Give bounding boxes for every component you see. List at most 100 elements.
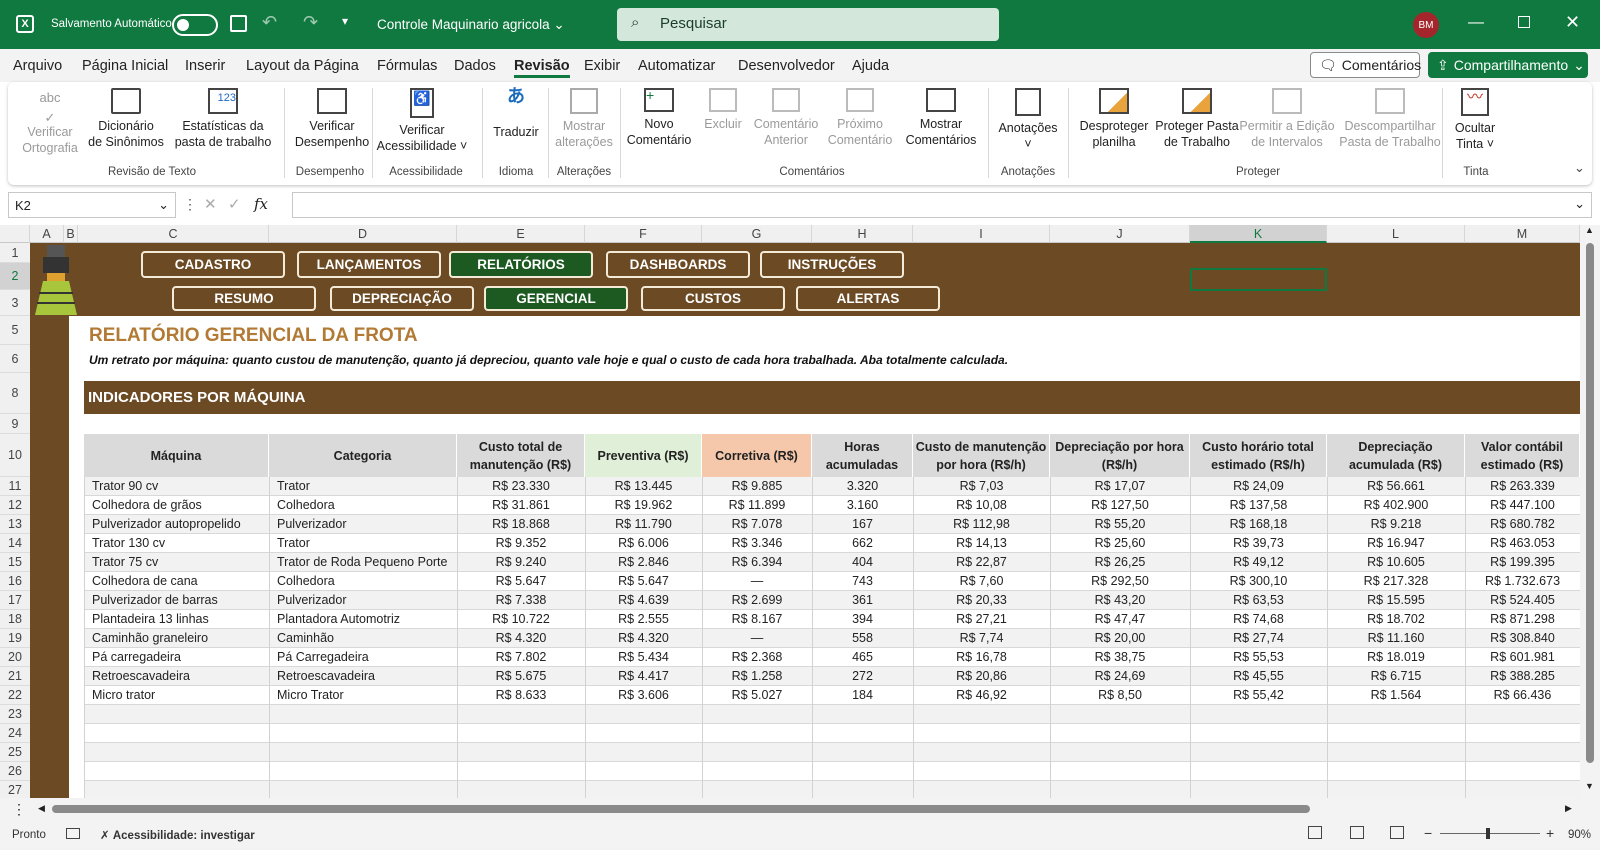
row-header-10[interactable]: 10: [0, 434, 30, 477]
table-cell[interactable]: R$ 31.861: [457, 498, 585, 512]
save-icon[interactable]: [230, 15, 247, 32]
column-header-g[interactable]: G: [702, 225, 812, 243]
active-cell[interactable]: [1190, 268, 1327, 291]
table-cell[interactable]: R$ 23.330: [457, 479, 585, 493]
performance-button[interactable]: Verificar Desempenho: [288, 88, 376, 150]
table-cell[interactable]: 404: [812, 555, 913, 569]
table-cell[interactable]: R$ 66.436: [1465, 688, 1580, 702]
collapse-ribbon-icon[interactable]: ⌄: [1574, 160, 1585, 176]
column-header-l[interactable]: L: [1327, 225, 1465, 243]
table-cell[interactable]: 3.160: [812, 498, 913, 512]
table-cell[interactable]: R$ 199.395: [1465, 555, 1580, 569]
table-cell[interactable]: Trator 130 cv: [92, 536, 165, 550]
table-cell[interactable]: R$ 55,20: [1050, 517, 1190, 531]
table-cell[interactable]: R$ 20,33: [913, 593, 1050, 607]
excel-logo-icon[interactable]: X: [16, 15, 34, 33]
table-cell[interactable]: R$ 24,09: [1190, 479, 1327, 493]
menu-automatizar[interactable]: Automatizar: [638, 58, 715, 74]
customize-quick-access-icon[interactable]: ▾: [342, 14, 348, 28]
table-cell[interactable]: R$ 5.434: [585, 650, 702, 664]
table-cell[interactable]: Retroescavadeira: [277, 669, 375, 683]
row-header-12[interactable]: 12: [0, 496, 30, 515]
table-cell[interactable]: Pá Carregadeira: [277, 650, 369, 664]
new-comment-button[interactable]: + Novo Comentário: [622, 88, 696, 148]
table-cell[interactable]: 184: [812, 688, 913, 702]
table-cell[interactable]: R$ 38,75: [1050, 650, 1190, 664]
table-cell[interactable]: R$ 4.320: [585, 631, 702, 645]
table-cell[interactable]: R$ 18.702: [1327, 612, 1465, 626]
row-header-22[interactable]: 22: [0, 686, 30, 705]
document-title[interactable]: Controle Maquinario agricola ⌄: [377, 17, 565, 33]
row-header-3[interactable]: 3: [0, 290, 30, 316]
horizontal-scrollbar[interactable]: ⋮ ◀ ▶: [0, 798, 1600, 820]
hide-ink-button[interactable]: 〰 Ocultar Tinta ˅: [1444, 88, 1506, 152]
table-cell[interactable]: R$ 11.899: [702, 498, 812, 512]
show-comments-button[interactable]: Mostrar Comentários: [900, 88, 982, 148]
table-cell[interactable]: Pá carregadeira: [92, 650, 181, 664]
table-cell[interactable]: R$ 26,25: [1050, 555, 1190, 569]
table-cell[interactable]: R$ 292,50: [1050, 574, 1190, 588]
row-header-21[interactable]: 21: [0, 667, 30, 686]
table-cell[interactable]: —: [702, 574, 812, 588]
table-cell[interactable]: R$ 20,86: [913, 669, 1050, 683]
menu-desenvolvedor[interactable]: Desenvolvedor: [738, 58, 835, 74]
select-all-corner[interactable]: [0, 225, 30, 243]
normal-view-icon[interactable]: [1308, 826, 1322, 839]
column-header-a[interactable]: A: [30, 225, 64, 243]
row-header-24[interactable]: 24: [0, 724, 30, 743]
table-cell[interactable]: R$ 9.352: [457, 536, 585, 550]
column-header-i[interactable]: I: [913, 225, 1050, 243]
accessibility-button[interactable]: ♿ Verificar Acessibilidade ˅: [374, 88, 470, 154]
nav-button-dashboards[interactable]: DASHBOARDS: [606, 251, 750, 278]
table-cell[interactable]: R$ 447.100: [1465, 498, 1580, 512]
table-cell[interactable]: 394: [812, 612, 913, 626]
table-cell[interactable]: Pulverizador: [277, 593, 346, 607]
column-header-m[interactable]: M: [1465, 225, 1580, 243]
avatar[interactable]: BM: [1413, 12, 1439, 38]
table-cell[interactable]: R$ 22,87: [913, 555, 1050, 569]
table-cell[interactable]: R$ 7.802: [457, 650, 585, 664]
formula-input[interactable]: ⌄: [292, 192, 1592, 218]
scroll-thumb[interactable]: [52, 805, 1310, 813]
table-cell[interactable]: Pulverizador autopropelido: [92, 517, 241, 531]
menu-pagina-inicial[interactable]: Página Inicial: [82, 58, 168, 74]
row-header-16[interactable]: 16: [0, 572, 30, 591]
table-cell[interactable]: R$ 11.160: [1327, 631, 1465, 645]
table-cell[interactable]: R$ 217.328: [1327, 574, 1465, 588]
accessibility-status[interactable]: ✗ Acessibilidade: investigar: [100, 828, 255, 842]
scroll-up-icon[interactable]: ▲: [1585, 225, 1594, 235]
table-cell[interactable]: R$ 1.564: [1327, 688, 1465, 702]
table-cell[interactable]: R$ 9.218: [1327, 517, 1465, 531]
insert-function-icon[interactable]: fx: [254, 195, 268, 213]
column-header-b[interactable]: B: [64, 225, 78, 243]
redo-icon[interactable]: ↷: [303, 12, 318, 33]
next-comment-button[interactable]: Próximo Comentário: [824, 88, 896, 148]
unshare-workbook-button[interactable]: Descompartilhar Pasta de Trabalho: [1338, 88, 1442, 150]
table-cell[interactable]: R$ 74,68: [1190, 612, 1327, 626]
table-cell[interactable]: R$ 601.981: [1465, 650, 1580, 664]
subnav-button-resumo[interactable]: RESUMO: [172, 286, 316, 311]
nav-button-cadastro[interactable]: CADASTRO: [141, 251, 285, 278]
search-box[interactable]: ⌕ Pesquisar: [617, 8, 999, 41]
table-cell[interactable]: R$ 5.647: [457, 574, 585, 588]
subnav-button-custos[interactable]: CUSTOS: [641, 286, 785, 311]
zoom-level[interactable]: 90%: [1568, 829, 1591, 841]
table-cell[interactable]: R$ 5.675: [457, 669, 585, 683]
table-cell[interactable]: Trator: [277, 479, 310, 493]
comments-button[interactable]: 🗨 Comentários: [1310, 52, 1421, 78]
zoom-slider[interactable]: [1440, 828, 1540, 839]
table-cell[interactable]: 167: [812, 517, 913, 531]
minimize-icon[interactable]: —: [1468, 14, 1484, 32]
thesaurus-button[interactable]: Dicionário de Sinônimos: [86, 88, 166, 150]
table-cell[interactable]: 361: [812, 593, 913, 607]
menu-ajuda[interactable]: Ajuda: [852, 58, 889, 74]
table-cell[interactable]: Micro Trator: [277, 688, 344, 702]
table-cell[interactable]: 465: [812, 650, 913, 664]
table-cell[interactable]: R$ 5.647: [585, 574, 702, 588]
table-cell[interactable]: R$ 3.606: [585, 688, 702, 702]
column-header-h[interactable]: H: [812, 225, 913, 243]
table-cell[interactable]: R$ 263.339: [1465, 479, 1580, 493]
table-cell[interactable]: R$ 308.840: [1465, 631, 1580, 645]
row-header-19[interactable]: 19: [0, 629, 30, 648]
row-header-8[interactable]: 8: [0, 373, 30, 414]
